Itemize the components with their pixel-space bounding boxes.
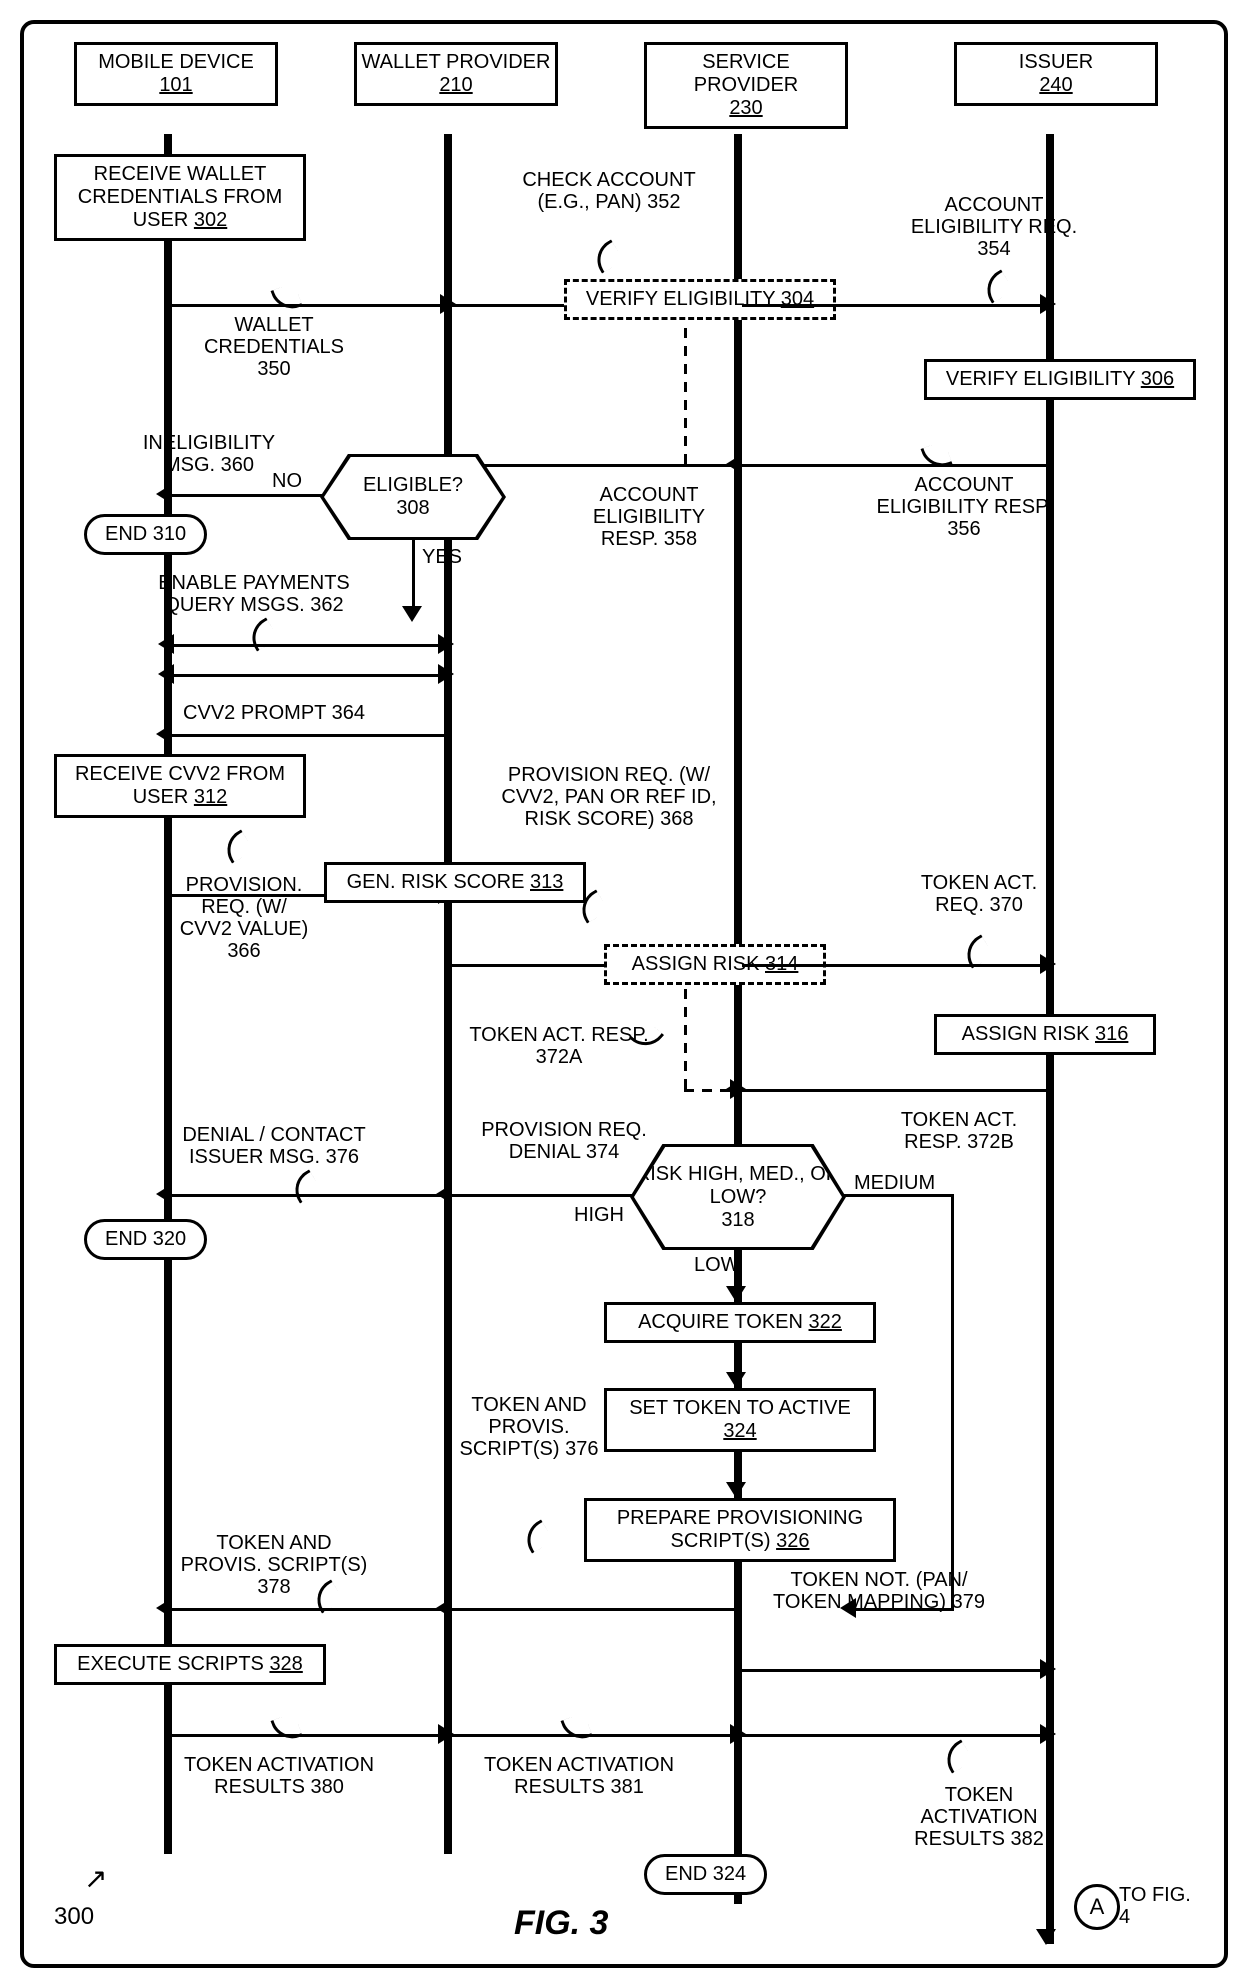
label-382: TOKEN ACTIVATION RESULTS 382 [884,1784,1074,1850]
actor-mobile: MOBILE DEVICE 101 [74,42,278,106]
actor-ref: 230 [651,97,841,120]
box-312: RECEIVE CVV2 FROM USER 312 [54,754,306,818]
label-379: TOKEN NOT. (PAN/ TOKEN MAPPING) 379 [764,1569,994,1613]
actor-ref: 210 [361,74,551,97]
box-326: PREPARE PROVISIONING SCRIPT(S) 326 [584,1498,896,1562]
box-306: VERIFY ELIGIBILITY 306 [924,359,1196,400]
label-354: ACCOUNT ELIGIBILITY REQ. 354 [904,194,1084,260]
box-324a: SET TOKEN TO ACTIVE 324 [604,1388,876,1452]
actor-service: SERVICE PROVIDER 230 [644,42,848,129]
diagram-number: 300 [54,1904,94,1930]
label-368: PROVISION REQ. (W/ CVV2, PAN OR REF ID, … [494,764,724,830]
actor-title: MOBILE DEVICE [81,51,271,74]
figure-label: FIG. 3 [514,1904,608,1943]
box-328: EXECUTE SCRIPTS 328 [54,1644,326,1685]
actor-ref: 240 [961,74,1151,97]
label-372a: TOKEN ACT. RESP. 372A [464,1024,654,1068]
label-364: CVV2 PROMPT 364 [174,702,374,724]
box-322: ACQUIRE TOKEN 322 [604,1302,876,1343]
lifeline-service [734,134,742,1904]
lifeline-mobile [164,134,172,1854]
actor-ref: 101 [81,74,271,97]
box-313: GEN. RISK SCORE 313 [324,862,586,903]
actor-wallet: WALLET PROVIDER 210 [354,42,558,106]
decision-308: ELIGIBLE? 308 [324,457,502,537]
box-302: RECEIVE WALLET CREDENTIALS FROM USER 302 [54,154,306,241]
pill-310: END 310 [84,514,207,555]
label-370: TOKEN ACT. REQ. 370 [904,872,1054,916]
label-362: ENABLE PAYMENTS QUERY MSGS. 362 [144,572,364,616]
box-316: ASSIGN RISK 316 [934,1014,1156,1055]
actor-issuer: ISSUER 240 [954,42,1158,106]
label-tofig4: TO FIG. 4 [1119,1884,1199,1928]
box-304: VERIFY ELIGIBILITY 304 [564,279,836,320]
sequence-diagram: MOBILE DEVICE 101 WALLET PROVIDER 210 SE… [20,20,1228,1968]
label-356: ACCOUNT ELIGIBILITY RESP. 356 [874,474,1054,540]
label-366: PROVISION. REQ. (W/ CVV2 VALUE) 366 [174,874,314,962]
lifeline-wallet [444,134,452,1854]
label-358: ACCOUNT ELIGIBILITY RESP. 358 [564,484,734,550]
actor-title: SERVICE PROVIDER [651,51,841,97]
pill-324b: END 324 [644,1854,767,1895]
label-378: TOKEN AND PROVIS. SCRIPT(S) 378 [174,1532,374,1598]
label-374: PROVISION REQ. DENIAL 374 [474,1119,654,1163]
label-372b: TOKEN ACT. RESP. 372B [874,1109,1044,1153]
label-381: TOKEN ACTIVATION RESULTS 381 [474,1754,684,1798]
actor-title: ISSUER [961,51,1151,74]
label-360: INELIGIBILITY MSG. 360 [134,432,284,476]
label-376a: DENIAL / CONTACT ISSUER MSG. 376 [174,1124,374,1168]
decision-318: RISK HIGH, MED., OR LOW? 318 [634,1147,842,1247]
label-376b: TOKEN AND PROVIS. SCRIPT(S) 376 [454,1394,604,1460]
label-352: CHECK ACCOUNT (E.G., PAN) 352 [504,169,714,213]
actor-title: WALLET PROVIDER [361,51,551,74]
pill-320: END 320 [84,1219,207,1260]
label-350: WALLET CREDENTIALS 350 [194,314,354,380]
offpage-connector: A [1074,1884,1120,1930]
label-380: TOKEN ACTIVATION RESULTS 380 [174,1754,384,1798]
